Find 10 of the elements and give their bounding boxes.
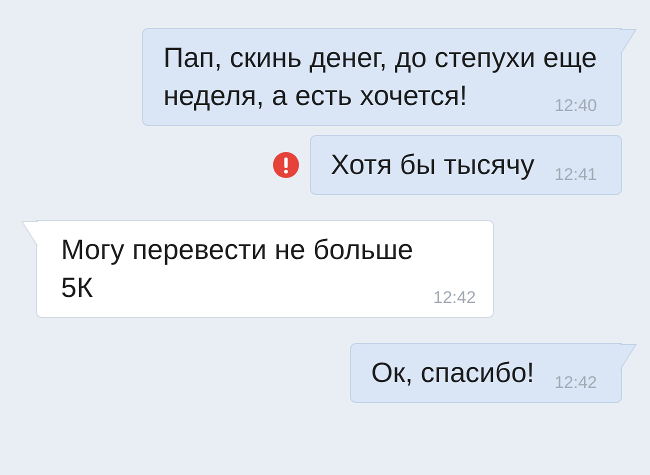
message-text: Ок, спасибо! xyxy=(371,356,534,390)
message-time: 12:40 xyxy=(554,95,597,117)
message-time: 12:42 xyxy=(554,372,597,394)
message-text: Хотя бы тысячу xyxy=(330,148,534,182)
message-line: Пап, скинь денег, до степухи еще xyxy=(163,41,597,75)
error-icon[interactable] xyxy=(272,152,299,178)
message-text: Могу перевести не больше 5К xyxy=(61,233,414,305)
message-time: 12:42 xyxy=(433,287,476,309)
message-line: неделя, а есть хочется! xyxy=(163,79,468,113)
message-time: 12:41 xyxy=(554,164,597,186)
